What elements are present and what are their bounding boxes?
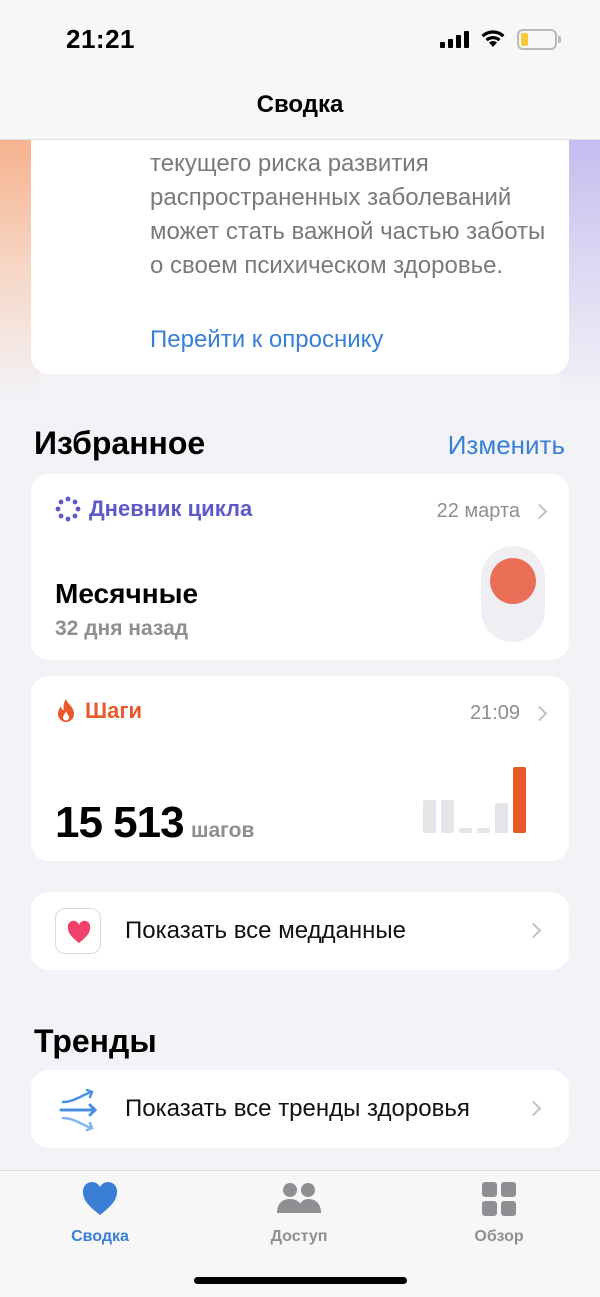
grid-icon: [482, 1182, 516, 1216]
cellular-signal-icon: [440, 30, 469, 48]
page-title: Сводка: [256, 91, 344, 118]
intro-card: текущего риска развития распространенных…: [31, 100, 569, 374]
steps-bar: [495, 803, 508, 833]
cycle-date: 22 марта: [436, 500, 520, 522]
steps-card-title: Шаги: [85, 698, 143, 723]
steps-value: 15 513: [55, 798, 185, 847]
heart-icon: [82, 1182, 118, 1215]
tab-summary-label: Сводка: [71, 1228, 129, 1245]
trends-heading: Тренды: [34, 1023, 157, 1059]
show-all-health-data-label: Показать все медданные: [125, 917, 406, 944]
period-dot: [490, 558, 536, 604]
cycle-value: Месячные: [55, 578, 199, 609]
tab-sharing[interactable]: Доступ: [239, 1181, 359, 1246]
steps-card-header: Шаги: [55, 698, 142, 724]
heart-app-icon: [55, 908, 101, 954]
chevron-right-icon: [531, 503, 548, 520]
tab-summary[interactable]: Сводка: [40, 1181, 160, 1246]
steps-time: 21:09: [469, 702, 520, 724]
questionnaire-link[interactable]: Перейти к опроснику: [150, 326, 383, 354]
chevron-right-icon: [525, 922, 542, 939]
wifi-icon: [481, 30, 505, 47]
cycle-dots-icon: [55, 496, 81, 522]
steps-unit: шагов: [191, 819, 255, 842]
tab-browse[interactable]: Обзор: [439, 1181, 559, 1246]
show-all-trends-row[interactable]: Показать все тренды здоровья: [31, 1070, 569, 1148]
cycle-detail: 32 дня назад: [55, 617, 189, 640]
tab-browse-label: Обзор: [474, 1228, 524, 1245]
trends-arrows-icon: [59, 1088, 98, 1132]
chevron-right-icon: [531, 705, 548, 722]
cycle-indicator: [481, 546, 545, 642]
show-all-trends-label: Показать все тренды здоровья: [125, 1095, 470, 1122]
chevron-right-icon: [525, 1100, 542, 1117]
steps-card[interactable]: Шаги 21:09 15 513 шагов: [31, 676, 569, 861]
cycle-card-meta: 22 марта: [436, 500, 548, 523]
status-time: 21:21: [66, 24, 135, 54]
steps-bar: [477, 828, 490, 833]
tab-sharing-label: Доступ: [270, 1228, 328, 1245]
people-icon: [277, 1183, 321, 1213]
flame-icon: [58, 699, 74, 722]
cycle-card-header: Дневник цикла: [55, 496, 252, 522]
show-all-health-data-row[interactable]: Показать все медданные: [31, 892, 569, 970]
header: 21:21 Сводка: [0, 0, 600, 140]
battery-icon: [517, 29, 561, 50]
steps-bar: [441, 800, 454, 833]
home-indicator[interactable]: [194, 1277, 407, 1284]
favorites-heading: Избранное: [34, 425, 206, 461]
steps-card-meta: 21:09: [469, 702, 548, 725]
steps-bar: [459, 828, 472, 833]
edit-favorites-button[interactable]: Изменить: [448, 430, 565, 461]
steps-bar: [513, 767, 526, 833]
intro-text: текущего риска развития распространенных…: [150, 150, 546, 279]
steps-mini-chart: [423, 763, 543, 833]
cycle-tracking-card[interactable]: Дневник цикла 22 марта Месячные 32 дня н…: [31, 474, 569, 660]
steps-bar: [423, 800, 436, 833]
cycle-card-title: Дневник цикла: [89, 496, 253, 521]
